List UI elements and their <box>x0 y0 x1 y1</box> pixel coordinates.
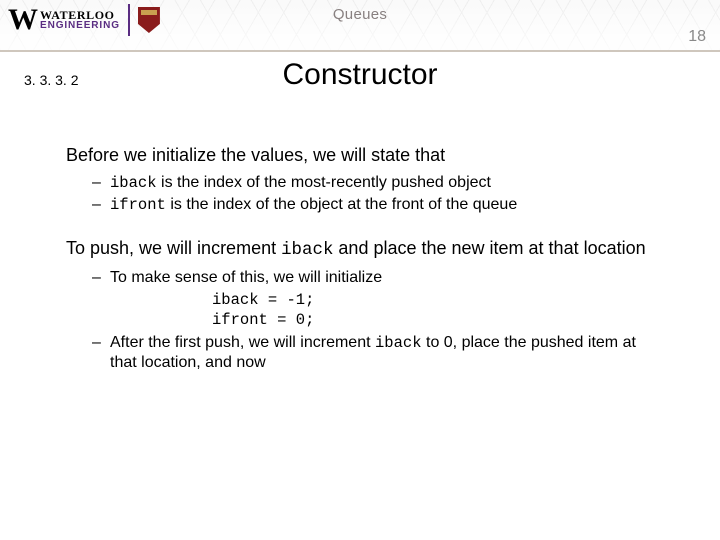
code-ifront: ifront <box>110 196 166 214</box>
bullet-3: To make sense of this, we will initializ… <box>92 268 666 288</box>
bullet-2-text: is the index of the object at the front … <box>166 196 517 213</box>
paragraph-2: To push, we will increment iback and pla… <box>66 237 666 262</box>
slide-title: Constructor <box>0 58 720 92</box>
header-separator <box>0 50 720 52</box>
code-iback-2: iback <box>281 240 333 260</box>
page-number: 18 <box>688 28 706 46</box>
code-line-2: ifront = 0; <box>212 311 314 329</box>
paragraph-1: Before we initialize the values, we will… <box>66 144 666 167</box>
p2-part-a: To push, we will increment <box>66 238 281 258</box>
code-iback: iback <box>110 174 157 192</box>
bullet-4: After the first push, we will increment … <box>92 333 666 373</box>
slide-body: Before we initialize the values, we will… <box>66 144 666 395</box>
bullet-1: iback is the index of the most-recently … <box>92 173 666 193</box>
slide: W WATERLOO ENGINEERING Queues 18 3. 3. 3… <box>0 0 720 540</box>
bullet-1-text: is the index of the most-recently pushed… <box>157 174 491 191</box>
code-line-1: iback = -1; <box>212 291 314 309</box>
bullet-2: ifront is the index of the object at the… <box>92 195 666 215</box>
b4-part-a: After the first push, we will increment <box>110 334 375 351</box>
bullet-list-1: iback is the index of the most-recently … <box>66 173 666 216</box>
header-topic: Queues <box>0 6 720 23</box>
code-iback-3: iback <box>375 334 422 352</box>
p2-part-b: and place the new item at that location <box>333 238 645 258</box>
code-block: iback = -1; ifront = 0; <box>212 290 666 331</box>
bullet-list-2: To make sense of this, we will initializ… <box>66 268 666 373</box>
